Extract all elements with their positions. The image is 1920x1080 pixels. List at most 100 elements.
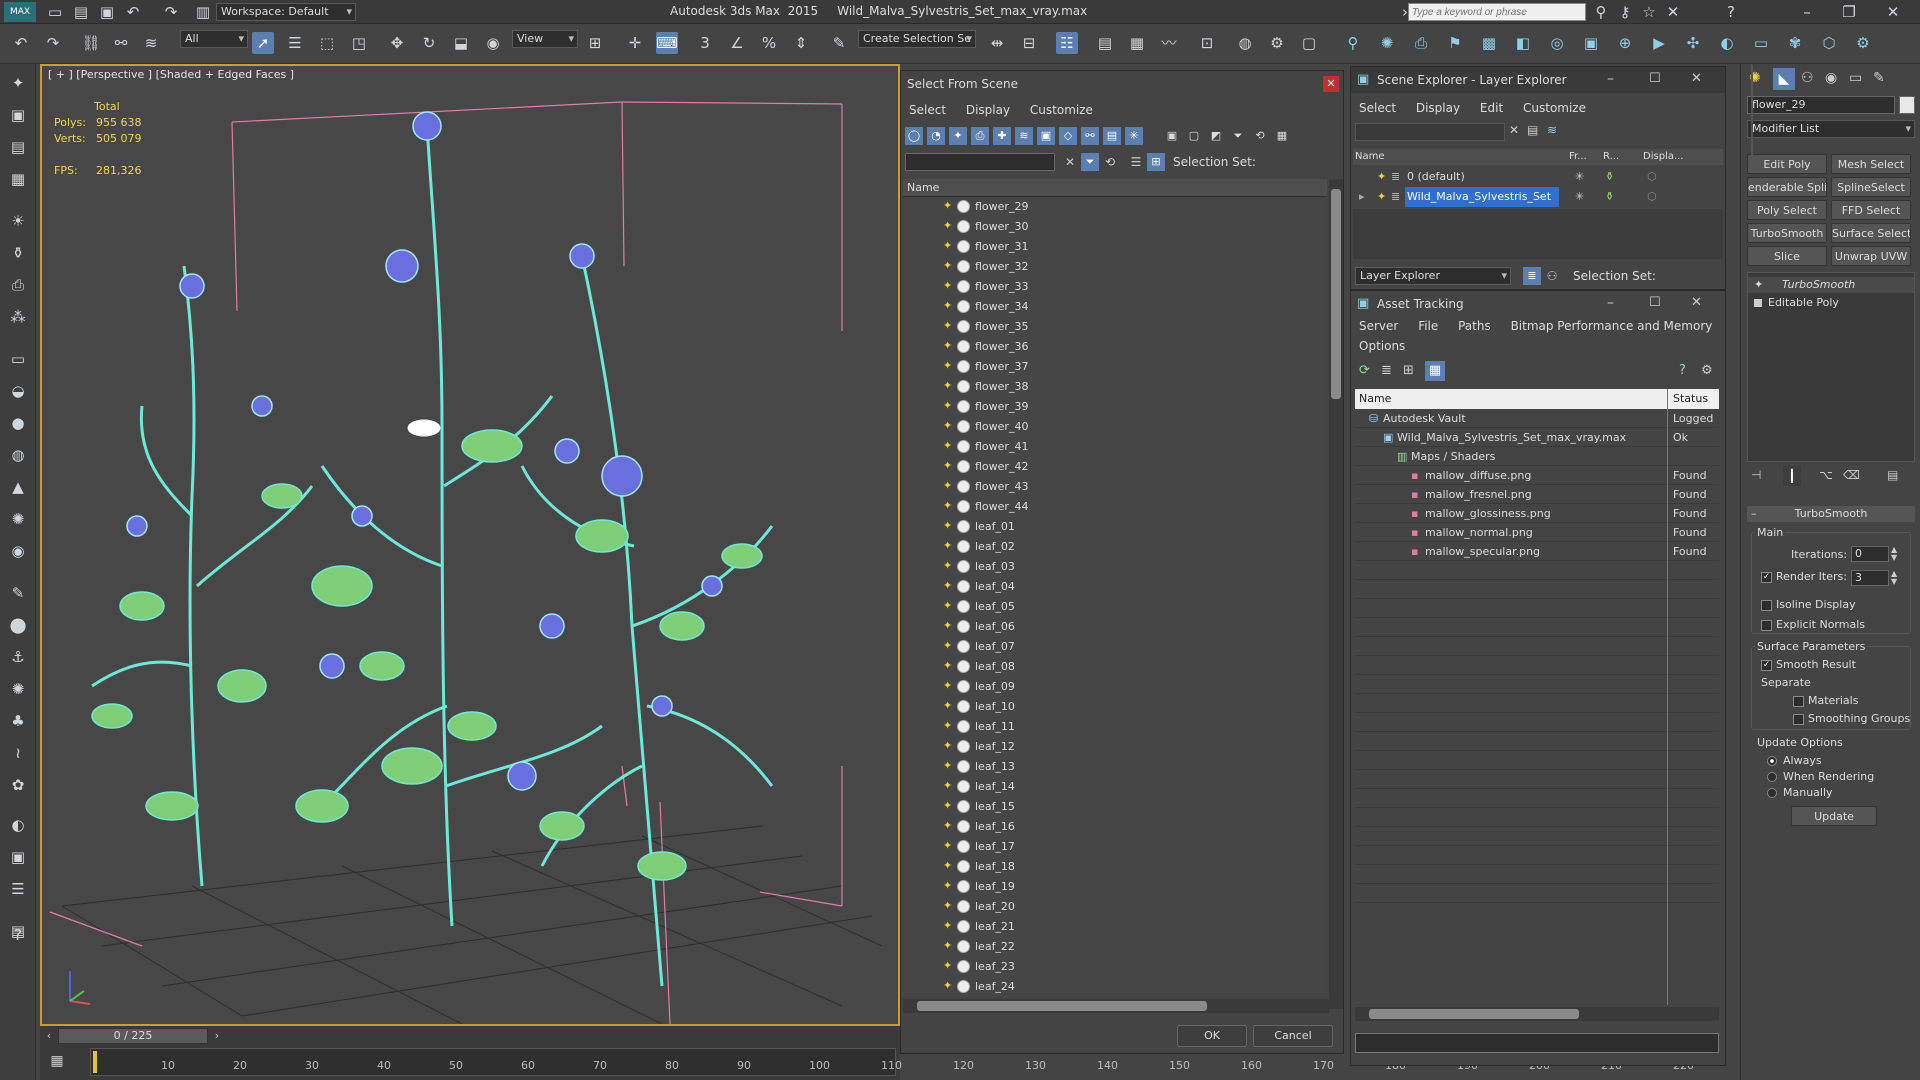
light-bulb-icon[interactable]: ✦ <box>943 619 953 633</box>
vray-frame-buffer-icon[interactable]: ▣ <box>1580 32 1602 54</box>
hierarchy-tab-icon[interactable]: ⚇ <box>1801 70 1814 86</box>
select-by-name-icon[interactable]: ☰ <box>284 32 306 54</box>
list-item[interactable]: ✦ leaf_18 <box>903 857 1327 877</box>
light-bulb-icon[interactable]: ✦ <box>943 739 953 753</box>
compound-icon[interactable]: ⬤ <box>7 614 29 636</box>
mesh-select-button[interactable]: Mesh Select <box>1831 154 1911 174</box>
undo-icon[interactable]: ↶ <box>10 32 32 54</box>
render-teapot-icon[interactable]: ⚱ <box>1605 167 1614 187</box>
reference-coordinate-dropdown[interactable]: View <box>512 30 578 48</box>
rotate-icon[interactable]: ↻ <box>418 32 440 54</box>
menu-edit[interactable]: Edit <box>1472 97 1511 119</box>
unlink-icon[interactable]: ⚯ <box>110 32 132 54</box>
cone-icon[interactable]: ▲ <box>7 476 29 498</box>
menu-customize[interactable]: Customize <box>1022 99 1101 121</box>
schematic-view-icon[interactable]: ⊡ <box>1196 32 1218 54</box>
list-item[interactable]: ✦ flower_32 <box>903 257 1327 277</box>
helper-icon[interactable]: ⚑ <box>1444 32 1466 54</box>
explicit-normals-checkbox[interactable] <box>1761 619 1772 631</box>
name-column-header[interactable]: Name <box>903 179 1327 197</box>
rendered-frame-window-icon[interactable]: ▢ <box>1298 32 1320 54</box>
tools-icon[interactable]: ✕ <box>1662 1 1684 23</box>
add-to-layer-icon[interactable]: ≋ <box>1547 123 1557 137</box>
render-icon[interactable]: ▣ <box>7 846 29 868</box>
list-item[interactable]: ✦ leaf_04 <box>903 577 1327 597</box>
list-item[interactable]: ✦ flower_40 <box>903 417 1327 437</box>
asset-row[interactable]: ▪ mallow_fresnel.png Found <box>1355 485 1719 504</box>
find-input[interactable] <box>905 153 1055 171</box>
list-item[interactable]: ✦ leaf_14 <box>903 777 1327 797</box>
list-item[interactable]: ✦ flower_43 <box>903 477 1327 497</box>
object-color-swatch[interactable] <box>1899 96 1915 114</box>
edit-named-selection-icon[interactable]: ✎ <box>828 32 850 54</box>
light-bulb-icon[interactable]: ✦ <box>943 199 953 213</box>
list-item[interactable]: ✦ flower_37 <box>903 357 1327 377</box>
light-bulb-icon[interactable]: ✦ <box>943 839 953 853</box>
stack-item-turbosmooth[interactable]: ✦ TurboSmooth <box>1748 277 1914 293</box>
list-item[interactable]: ✦ leaf_23 <box>903 957 1327 977</box>
minimize-icon[interactable]: – <box>1607 71 1614 87</box>
layer-mode-icon[interactable]: ≣ <box>1523 267 1541 285</box>
menu-display[interactable]: Display <box>1408 97 1468 119</box>
scrollbar-thumb[interactable] <box>1331 189 1341 399</box>
light-bulb-icon[interactable]: ✦ <box>943 459 953 473</box>
window-crossing-icon[interactable]: ◳ <box>348 32 370 54</box>
list-item[interactable]: ✦ flower_41 <box>903 437 1327 457</box>
display-icon[interactable]: ⬡ <box>1647 167 1657 187</box>
make-unique-icon[interactable]: ⌥ <box>1819 468 1833 482</box>
list-item[interactable]: ✦ leaf_24 <box>903 977 1327 997</box>
snaps-toggle-icon[interactable]: 3 <box>694 32 716 54</box>
display-tab-icon[interactable]: ▭ <box>1849 70 1862 86</box>
turbosmooth-rollout-header[interactable]: – TurboSmooth <box>1747 506 1915 522</box>
help-icon[interactable]: ? <box>1720 1 1742 23</box>
light-bulb-icon[interactable]: ✦ <box>943 479 953 493</box>
turbosmooth-button[interactable]: TurboSmooth <box>1747 223 1827 243</box>
list-item[interactable]: ✦ leaf_06 <box>903 617 1327 637</box>
asset-row[interactable]: ▪ mallow_diffuse.png Found <box>1355 466 1719 485</box>
star-icon[interactable]: ☆ <box>1638 1 1660 23</box>
light-bulb-icon[interactable]: ✦ <box>943 239 953 253</box>
light-bulb-icon[interactable]: ✦ <box>943 899 953 913</box>
rectangular-selection-icon[interactable]: ⬚ <box>316 32 338 54</box>
bone-filter-icon[interactable]: ⚯ <box>1081 127 1099 145</box>
object-name-field[interactable]: flower_29 <box>1747 96 1895 114</box>
new-layer-icon[interactable]: ▤ <box>1527 123 1538 137</box>
close-icon[interactable]: ✕ <box>1323 76 1339 92</box>
binoculars-icon[interactable]: ⚲ <box>1590 1 1612 23</box>
list-item[interactable]: ✦ leaf_15 <box>903 797 1327 817</box>
time-cursor[interactable] <box>93 1051 97 1073</box>
expand-arrow-icon[interactable]: ▸ <box>1359 187 1365 207</box>
list-item[interactable]: ✦ leaf_16 <box>903 817 1327 837</box>
layer-explorer-icon[interactable]: ▤ <box>1094 32 1116 54</box>
list-scrollbar[interactable] <box>1329 179 1343 1009</box>
asset-path-field[interactable] <box>1355 1033 1719 1053</box>
freeze-icon[interactable]: ✳ <box>1575 167 1584 187</box>
list-item[interactable]: ✦ flower_29 <box>903 197 1327 217</box>
light-bulb-icon[interactable]: ✦ <box>943 699 953 713</box>
layer-row-wild-malva[interactable]: ▸ ✦ ≣ Wild_Malva_Sylvestris_Set ✳ ⚱ ⬡ <box>1353 187 1723 207</box>
ffd-select-button[interactable]: FFD Select <box>1831 200 1911 220</box>
pivot-center-icon[interactable]: ⊞ <box>584 32 606 54</box>
light-bulb-icon[interactable]: ✦ <box>943 319 953 333</box>
display-all-icon[interactable]: ▣ <box>1163 127 1181 145</box>
light-bulb-icon[interactable]: ✦ <box>943 599 953 613</box>
particles-icon[interactable]: ⁂ <box>7 306 29 328</box>
smooth-result-row[interactable]: ✓ Smooth Result <box>1761 658 1856 671</box>
mirror-icon[interactable]: ⇹ <box>986 32 1008 54</box>
col-freeze[interactable]: Fr... <box>1569 149 1587 165</box>
vray-fur-icon[interactable]: ✾ <box>1784 32 1806 54</box>
list-item[interactable]: ✦ leaf_13 <box>903 757 1327 777</box>
smooth-result-checkbox[interactable]: ✓ <box>1761 659 1772 671</box>
xref-filter-icon[interactable]: ◇ <box>1059 127 1077 145</box>
list-item[interactable]: ✦ leaf_03 <box>903 557 1327 577</box>
col-render[interactable]: R... <box>1603 149 1619 165</box>
geosphere-icon[interactable]: ◍ <box>7 444 29 466</box>
minimize-icon[interactable]: – <box>1607 295 1614 311</box>
vray-render-icon[interactable]: ▶ <box>1648 32 1670 54</box>
key-icon[interactable]: ⚷ <box>1614 1 1636 23</box>
clear-find-icon[interactable]: ✕ <box>1061 153 1079 171</box>
freeze-icon[interactable]: ✳ <box>1575 187 1584 207</box>
poly-select-button[interactable]: Poly Select <box>1747 200 1827 220</box>
maximize-icon[interactable]: ☐ <box>1649 71 1661 86</box>
place-icon[interactable]: ◉ <box>482 32 504 54</box>
